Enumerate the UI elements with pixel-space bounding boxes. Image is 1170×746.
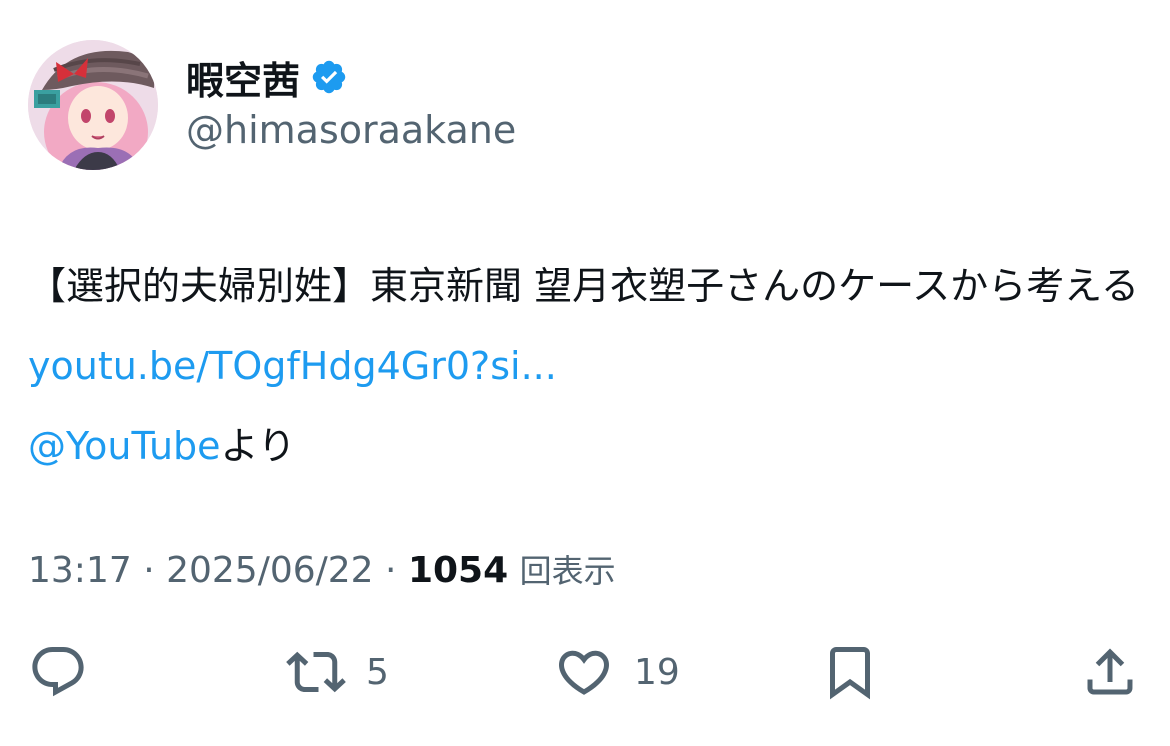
author-name-row: 暇空茜 [186,50,348,105]
tweet-text-suffix: より [220,424,296,468]
tweet-text-body: 【選択的夫婦別姓】東京新聞 望月衣塑子さんのケースから考える [28,264,1140,308]
tweet-card: 暇空茜 @himasoraakane 【選択的夫婦別姓】東京新聞 望月衣塑子さん… [0,0,1170,746]
author-display-name[interactable]: 暇空茜 [186,50,300,105]
reply-button[interactable] [28,632,88,712]
tweet-link[interactable]: youtu.be/TOgfHdg4Gr0?si... [28,344,557,388]
retweet-count: 5 [366,651,389,693]
share-button[interactable] [1080,632,1140,712]
tweet-text: 【選択的夫婦別姓】東京新聞 望月衣塑子さんのケースから考える youtu.be/… [28,246,1148,486]
avatar-image [28,40,158,170]
author-handle[interactable]: @himasoraakane [186,108,516,152]
like-button[interactable]: 19 [554,632,680,712]
action-bar: 5 19 [0,632,1170,712]
verified-badge-icon [310,58,348,96]
mention-link[interactable]: @YouTube [28,424,221,468]
meta-separator: · [373,550,408,591]
bookmark-button[interactable] [820,632,880,712]
meta-separator: · [131,550,167,591]
views-label: 回表示 [519,552,616,590]
like-count: 19 [634,651,680,693]
retweet-icon [286,651,346,693]
bookmark-icon [830,647,870,700]
reply-icon [32,647,84,697]
retweet-button[interactable]: 5 [286,632,389,712]
views-count: 1054 [407,550,509,591]
heart-icon [558,650,610,695]
tweet-date[interactable]: 2025/06/22 [166,550,374,591]
avatar[interactable] [28,40,158,170]
tweet-time[interactable]: 13:17 [28,550,132,591]
share-icon [1087,648,1133,695]
tweet-meta: 13:17 · 2025/06/22 · 1054 回表示 [28,546,616,592]
